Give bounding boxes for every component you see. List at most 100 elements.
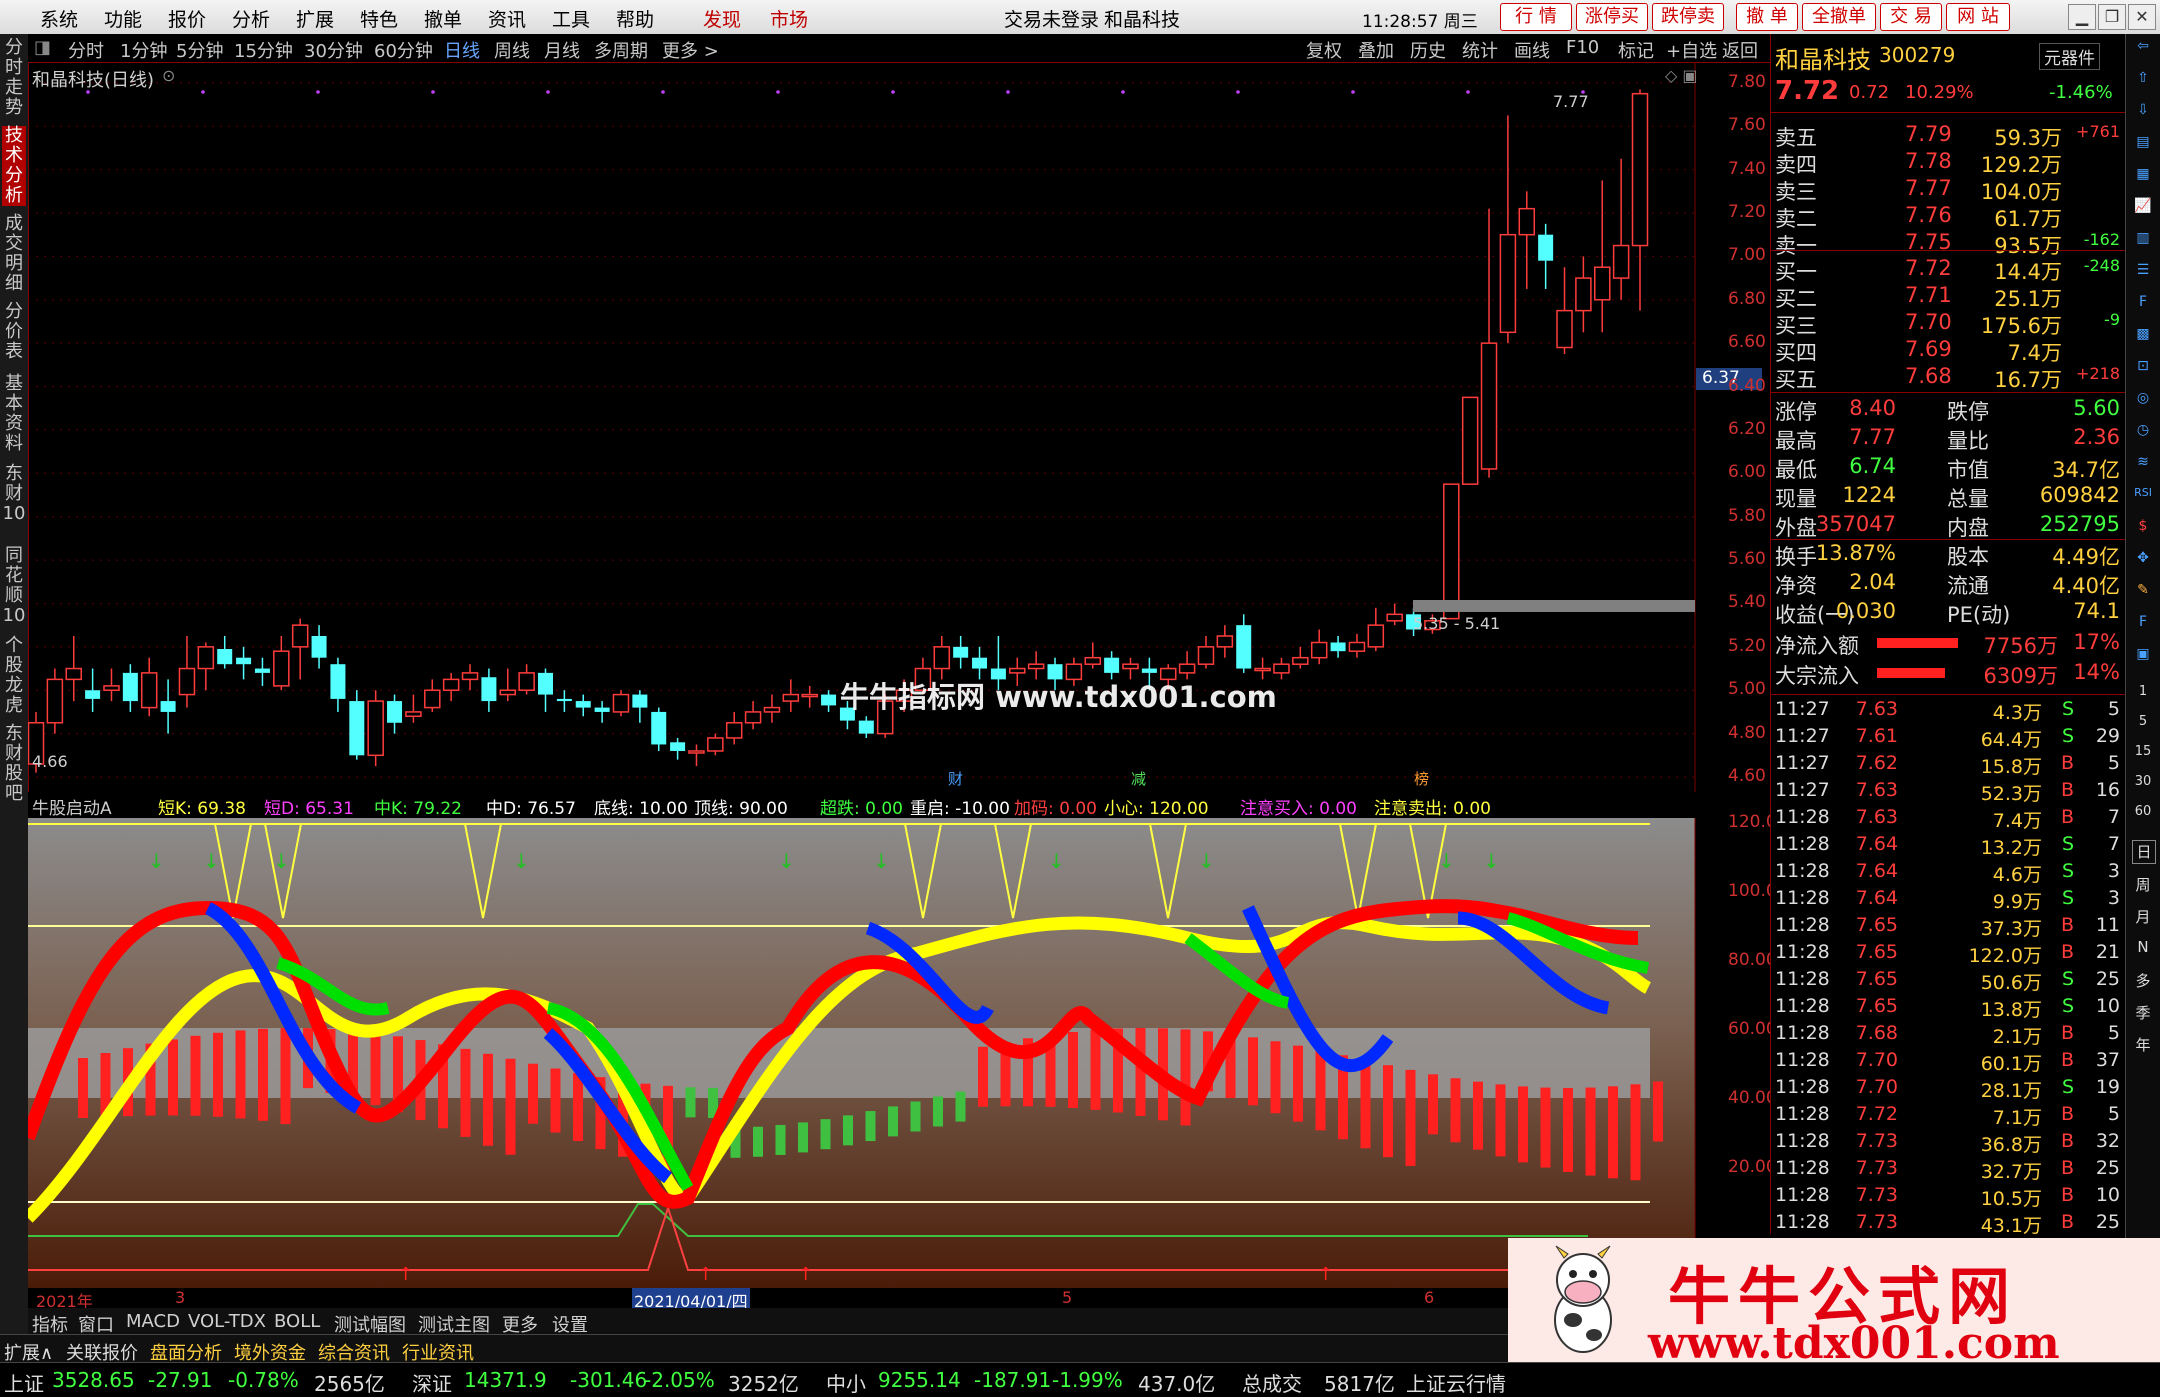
period-year-icon[interactable]: 年 — [2132, 1034, 2154, 1056]
limit-up-buy-button[interactable]: 涨停买 — [1576, 3, 1648, 31]
period-5min[interactable]: 5分钟 — [176, 37, 223, 63]
pen-icon[interactable]: ✎ — [2132, 582, 2154, 604]
rank-marker[interactable]: 榜 — [1414, 768, 1429, 789]
trade-button[interactable]: 交 易 — [1880, 3, 1942, 31]
period-5-icon[interactable]: 5 — [2132, 714, 2154, 736]
f10-icon[interactable]: F — [2132, 294, 2154, 316]
table-icon[interactable]: ▦ — [2132, 166, 2154, 188]
menu-news[interactable]: 资讯 — [488, 5, 526, 32]
period-quarter-icon[interactable]: 季 — [2132, 1002, 2154, 1024]
tool-f10[interactable]: F10 — [1566, 37, 1599, 58]
tab-trade-detail[interactable]: 成交明细 — [2, 214, 26, 294]
indicator-name[interactable]: 牛股启动A — [32, 794, 112, 819]
menu-market[interactable]: 市场 — [770, 5, 808, 32]
period-week-icon[interactable]: 周 — [2132, 874, 2154, 896]
grid-icon[interactable]: ▩ — [2132, 326, 2154, 348]
chart-options-icon[interactable]: ⊙ — [162, 66, 175, 85]
period-month-icon[interactable]: 月 — [2132, 906, 2154, 928]
menu-cancel-order[interactable]: 撤单 — [424, 5, 462, 32]
minimize-icon[interactable]: ▁ — [2068, 4, 2096, 30]
line-chart-icon[interactable]: 📈 — [2132, 198, 2154, 220]
period-multi[interactable]: 多周期 — [594, 37, 648, 63]
period-60-icon[interactable]: 60 — [2132, 804, 2154, 826]
book-row[interactable]: 买四 7.69 7.4万 — [1775, 337, 2120, 365]
period-daily[interactable]: 日线 — [444, 37, 480, 63]
menu-function[interactable]: 功能 — [104, 5, 142, 32]
tab-basic-info[interactable]: 基本资料 — [2, 374, 26, 454]
tab-stock-forum[interactable]: 东财股吧 — [2, 724, 26, 804]
period-timeshare[interactable]: 分时 — [68, 37, 104, 63]
website-button[interactable]: 网 站 — [1946, 3, 2010, 31]
kline-icon[interactable]: ▥ — [2132, 230, 2154, 252]
arrow-left-icon[interactable]: ⇦ — [2132, 38, 2154, 60]
cancel-order-button[interactable]: 撤 单 — [1736, 3, 1798, 31]
tool-adjust[interactable]: 复权 — [1306, 37, 1342, 63]
tab-macd[interactable]: MACD — [126, 1311, 180, 1332]
tab-technical-analysis[interactable]: 技术分析 — [2, 126, 26, 206]
tab-vol[interactable]: VOL-TDX — [188, 1311, 266, 1332]
close-icon[interactable]: ✕ — [2128, 4, 2156, 30]
period-30min[interactable]: 30分钟 — [304, 37, 363, 63]
book-row[interactable]: 卖一 7.75 93.5万 -162 — [1775, 230, 2120, 258]
sector-tag[interactable]: 元器件 — [2039, 43, 2100, 70]
tool-back[interactable]: 返回 — [1722, 37, 1758, 63]
restore-icon[interactable]: ❐ — [2098, 4, 2126, 30]
book-row[interactable]: 卖二 7.76 61.7万 — [1775, 203, 2120, 231]
dial-icon[interactable]: ◎ — [2132, 390, 2154, 412]
book-row[interactable]: 卖三 7.77 104.0万 — [1775, 176, 2120, 204]
book-row[interactable]: 买一 7.72 14.4万 -248 — [1775, 256, 2120, 284]
chart-expand-icon[interactable]: ◇ ▣ — [1665, 66, 1698, 85]
menu-analysis[interactable]: 分析 — [232, 5, 270, 32]
tool-mark[interactable]: 标记 — [1618, 37, 1654, 63]
arrow-up-icon[interactable]: ⇧ — [2132, 70, 2154, 92]
tab-boll[interactable]: BOLL — [274, 1311, 320, 1332]
book-row[interactable]: 卖五 7.79 59.3万 +761 — [1775, 122, 2120, 150]
menu-tools[interactable]: 工具 — [552, 5, 590, 32]
tool-overlay[interactable]: 叠加 — [1358, 37, 1394, 63]
tab-eastmoney-10[interactable]: 东财10 — [2, 464, 26, 524]
money-icon[interactable]: $ — [2132, 518, 2154, 540]
period-more[interactable]: 更多 > — [662, 37, 719, 63]
quote-button[interactable]: 行 情 — [1500, 3, 1572, 31]
save-icon[interactable]: ▣ — [2132, 646, 2154, 668]
period-monthly[interactable]: 月线 — [544, 37, 580, 63]
menu-discover[interactable]: 发现 — [703, 5, 741, 32]
indicator-chart[interactable]: ↓ ↓ ↓ ↓ ↓ ↓ ↓ ↓ ↓ ↓ ↑ ↑ ↑ ↑ 120.0 100.0 80.00 60.00 40.00… — [21, 812, 1777, 1288]
tab-time-share[interactable]: 分时走势 — [2, 38, 26, 118]
menu-quote[interactable]: 报价 — [168, 5, 206, 32]
period-weekly[interactable]: 周线 — [494, 37, 530, 63]
tool-draw[interactable]: 画线 — [1514, 37, 1550, 63]
cancel-all-button[interactable]: 全撤单 — [1802, 3, 1876, 31]
reduce-marker[interactable]: 减 — [1131, 768, 1146, 789]
panel-toggle-icon[interactable]: ◨ — [34, 37, 51, 58]
period-1-icon[interactable]: 1 — [2132, 684, 2154, 706]
clock-icon[interactable]: ◷ — [2132, 422, 2154, 444]
menu-help[interactable]: 帮助 — [616, 5, 654, 32]
limit-down-sell-button[interactable]: 跌停卖 — [1652, 3, 1724, 31]
menu-feature[interactable]: 特色 — [360, 5, 398, 32]
tool-history[interactable]: 历史 — [1410, 37, 1446, 63]
tool-add-watch[interactable]: +自选 — [1666, 37, 1717, 63]
tool-stats[interactable]: 统计 — [1462, 37, 1498, 63]
list-icon[interactable]: ☰ — [2132, 262, 2154, 284]
zoom-icon[interactable]: ⊡ — [2132, 358, 2154, 380]
main-candle-chart[interactable]: 和晶科技(日线) ⊙ ◇ ▣ 6.37 7.77 4.66 5.35 - 5.4… — [27, 62, 1770, 792]
period-1min[interactable]: 1分钟 — [120, 37, 167, 63]
tab-ths-10[interactable]: 同花顺10 — [2, 546, 26, 626]
book-row[interactable]: 卖四 7.78 129.2万 — [1775, 149, 2120, 177]
book-row[interactable]: 买二 7.71 25.1万 — [1775, 283, 2120, 311]
period-60min[interactable]: 60分钟 — [374, 37, 433, 63]
period-multi-icon[interactable]: 多 — [2132, 970, 2154, 992]
tab-dragon-tiger[interactable]: 个股龙虎 — [2, 636, 26, 716]
finance-marker[interactable]: 财 — [948, 768, 963, 789]
tab-price-table[interactable]: 分价表 — [2, 302, 26, 362]
move-icon[interactable]: ✥ — [2132, 550, 2154, 572]
arrow-down-icon[interactable]: ⇩ — [2132, 102, 2154, 124]
signal-icon[interactable]: ≋ — [2132, 454, 2154, 476]
period-15min[interactable]: 15分钟 — [234, 37, 293, 63]
period-n-icon[interactable]: N — [2132, 938, 2154, 960]
menu-extend[interactable]: 扩展 — [296, 5, 334, 32]
report-icon[interactable]: ▤ — [2132, 134, 2154, 156]
book-row[interactable]: 买三 7.70 175.6万 -9 — [1775, 310, 2120, 338]
book-row[interactable]: 买五 7.68 16.7万 +218 — [1775, 364, 2120, 392]
